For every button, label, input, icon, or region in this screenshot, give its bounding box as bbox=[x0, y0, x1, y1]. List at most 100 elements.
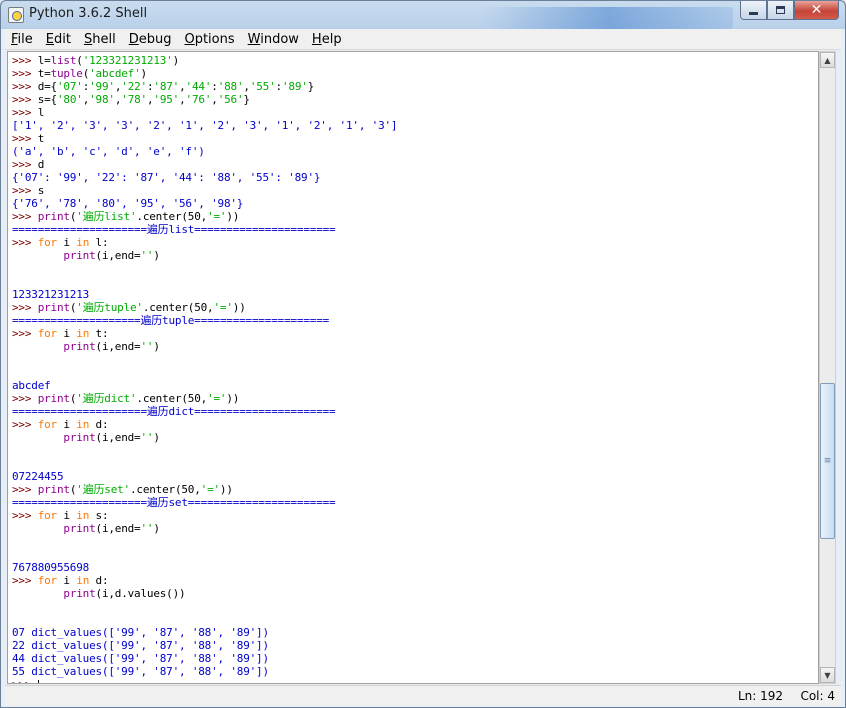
stdout-text: 07224455 bbox=[12, 470, 64, 483]
code-text: (i,end= bbox=[95, 249, 141, 262]
shell-output: >>> l=list('123321231213') >>> t=tuple('a… bbox=[12, 54, 398, 683]
shell-line: =====================遍历dict=============… bbox=[12, 405, 397, 418]
minimize-button[interactable] bbox=[740, 1, 767, 20]
scroll-down-button[interactable]: ▼ bbox=[820, 667, 835, 683]
code-text: d: bbox=[89, 418, 109, 431]
scroll-thumb[interactable]: ≡ bbox=[820, 383, 835, 539]
keyword: for bbox=[37, 236, 57, 249]
shell-prompt: >>> bbox=[12, 158, 38, 171]
shell-prompt: >>> bbox=[12, 327, 38, 340]
shell-line: >>> for i in d: bbox=[12, 418, 397, 431]
stdout-text: 07 dict_values(['99', '87', '88', '89']) bbox=[12, 626, 269, 639]
vertical-scrollbar[interactable]: ▲ ≡ ▼ bbox=[819, 51, 836, 684]
shell-line: >>> print('遍历tuple'.center(50,'=')) bbox=[12, 301, 397, 314]
window-controls: ✕ bbox=[740, 1, 839, 20]
code-text: ) bbox=[153, 340, 160, 353]
close-button[interactable]: ✕ bbox=[794, 1, 839, 20]
shell-prompt: >>> bbox=[12, 418, 38, 431]
code-text: ) bbox=[153, 522, 160, 535]
string-literal: '=' bbox=[207, 392, 227, 405]
shell-line: >>> for i in s: bbox=[12, 509, 397, 522]
shell-prompt: >>> bbox=[12, 236, 38, 249]
stdout-text: ['1', '2', '3', '3', '2', '1', '2', '3',… bbox=[12, 119, 398, 132]
builtin: tuple bbox=[50, 67, 83, 80]
string-literal: '22' bbox=[121, 80, 147, 93]
menu-debug[interactable]: Debug bbox=[129, 32, 172, 47]
string-literal: '76' bbox=[185, 93, 212, 106]
stdout-text: {'07': '99', '22': '87', '44': '88', '55… bbox=[12, 171, 321, 184]
keyword: for bbox=[37, 418, 57, 431]
shell-line: 767880955698 bbox=[12, 561, 397, 574]
string-literal: 'abcdef' bbox=[89, 67, 141, 80]
shell-line: >>> print('遍历set'.center(50,'=')) bbox=[12, 483, 397, 496]
maximize-icon bbox=[776, 6, 785, 14]
stdout-text: {'76', '78', '80', '95', '56', '98'} bbox=[12, 197, 244, 210]
stdout-text: =====================遍历list=============… bbox=[12, 223, 336, 236]
menu-options[interactable]: Options bbox=[184, 32, 234, 47]
code-text: ) bbox=[140, 67, 148, 80]
shell-line: =====================遍历set==============… bbox=[12, 496, 397, 509]
maximize-button[interactable] bbox=[767, 1, 794, 20]
shell-line: {'76', '78', '80', '95', '56', '98'} bbox=[12, 197, 397, 210]
menu-file[interactable]: File bbox=[11, 32, 33, 47]
string-literal: '55' bbox=[249, 80, 276, 93]
code-text: )) bbox=[226, 392, 240, 405]
shell-line: >>> for i in t: bbox=[12, 327, 397, 340]
stdout-text: ('a', 'b', 'c', 'd', 'e', 'f') bbox=[12, 145, 205, 158]
code-text: l= bbox=[37, 54, 51, 67]
keyword: in bbox=[76, 236, 90, 249]
menu-help[interactable]: Help bbox=[312, 32, 342, 47]
keyword: in bbox=[76, 327, 90, 340]
builtin: print bbox=[37, 483, 70, 496]
code-text: )) bbox=[219, 483, 233, 496]
code-text: i bbox=[56, 418, 77, 431]
stdout-text: abcdef bbox=[12, 379, 51, 392]
code-text: l: bbox=[89, 236, 109, 249]
shell-line: ====================遍历tuple=============… bbox=[12, 314, 397, 327]
title-bar[interactable]: Python 3.6.2 Shell ✕ bbox=[1, 1, 845, 29]
menu-shell[interactable]: Shell bbox=[84, 32, 116, 47]
stdout-text: =====================遍历dict=============… bbox=[12, 405, 336, 418]
code-text: .center(50, bbox=[136, 210, 208, 223]
code-text: d: bbox=[89, 574, 109, 587]
shell-prompt: >>> bbox=[12, 106, 38, 119]
menu-edit[interactable]: Edit bbox=[46, 32, 71, 47]
keyword: in bbox=[76, 418, 90, 431]
shell-text-area[interactable]: >>> l=list('123321231213') >>> t=tuple('a… bbox=[7, 51, 819, 684]
menu-window[interactable]: Window bbox=[248, 32, 299, 47]
arrow-up-icon: ▲ bbox=[824, 55, 831, 65]
shell-prompt: >>> bbox=[12, 54, 38, 67]
keyword: for bbox=[37, 327, 57, 340]
grip-icon: ≡ bbox=[823, 456, 832, 466]
shell-line: ['1', '2', '3', '3', '2', '1', '2', '3',… bbox=[12, 119, 398, 132]
builtin: print bbox=[63, 340, 96, 353]
string-literal: '44' bbox=[185, 80, 212, 93]
scroll-up-button[interactable]: ▲ bbox=[820, 52, 835, 68]
shell-prompt: >>> bbox=[12, 132, 38, 145]
builtin: print bbox=[63, 431, 96, 444]
string-literal: '07' bbox=[56, 80, 83, 93]
shell-line: print(i,end='') bbox=[12, 522, 397, 535]
text-cursor bbox=[37, 679, 39, 683]
string-literal: '遍历tuple' bbox=[76, 301, 143, 314]
shell-line: >>> s bbox=[12, 184, 397, 197]
shell-line: 44 dict_values(['99', '87', '88', '89']) bbox=[12, 652, 397, 665]
code-text: t bbox=[37, 132, 45, 145]
string-literal: '遍历set' bbox=[76, 483, 130, 496]
builtin: list bbox=[50, 54, 77, 67]
shell-prompt: >>> bbox=[12, 67, 38, 80]
code-text: d={ bbox=[37, 80, 57, 93]
shell-line: >>> s={'80','98','78','95','76','56'} bbox=[12, 93, 397, 106]
shell-line: 07224455 bbox=[12, 470, 397, 483]
builtin: print bbox=[37, 210, 70, 223]
stdout-text: 767880955698 bbox=[12, 561, 90, 574]
shell-prompt: >>> bbox=[12, 678, 38, 683]
code-text: ) bbox=[172, 54, 180, 67]
shell-line: >>> d={'07':'99','22':'87','44':'88','55… bbox=[12, 80, 397, 93]
status-column-number: Col: 4 bbox=[800, 689, 835, 703]
string-literal: '遍历list' bbox=[76, 210, 137, 223]
